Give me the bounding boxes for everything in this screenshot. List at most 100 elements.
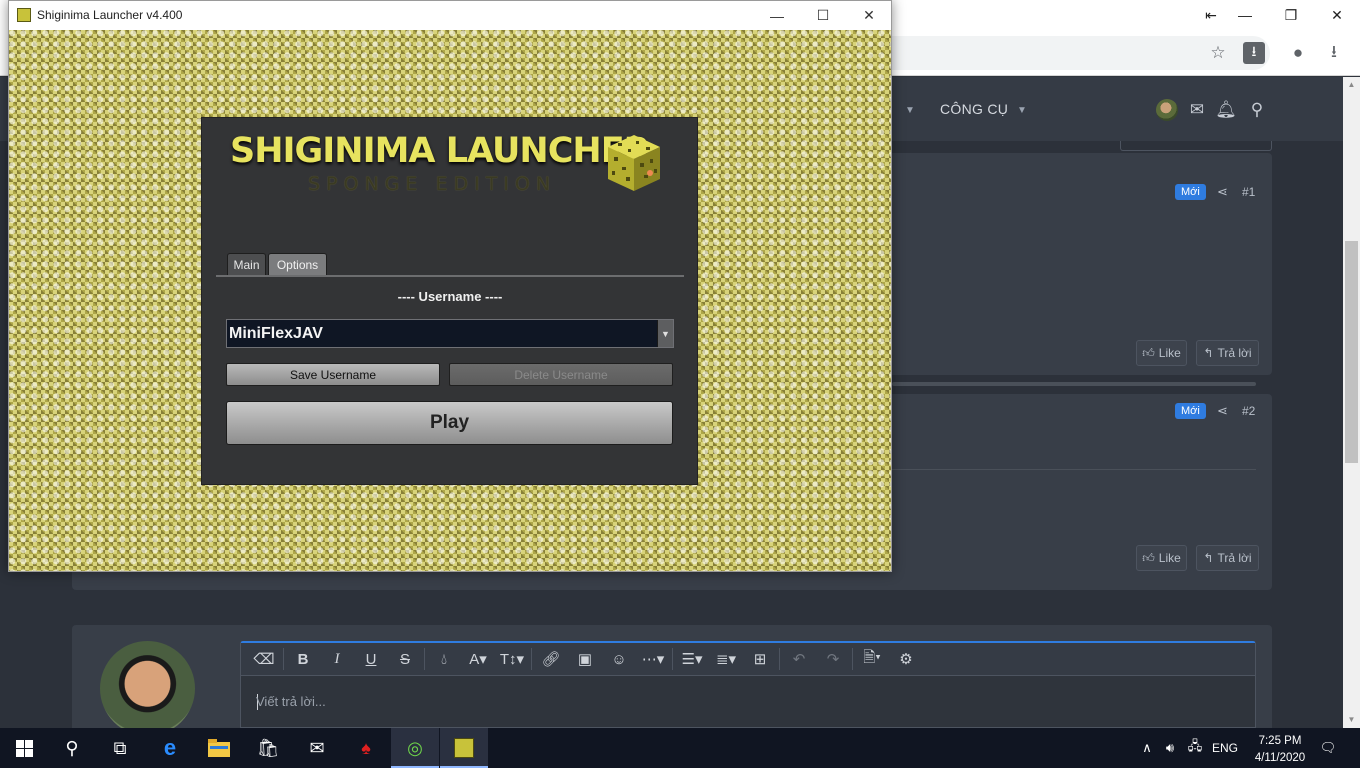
page-nav-fragment (1120, 141, 1272, 151)
drafts-icon[interactable]: 🗎▾ (855, 646, 889, 672)
volume-icon[interactable]: 🔊︎ (1160, 738, 1180, 758)
file-explorer-icon[interactable] (195, 728, 243, 768)
text-color-icon[interactable]: 💧︎ (427, 646, 461, 672)
store-icon[interactable]: 🛍︎ (244, 728, 292, 768)
clock-date: 4/11/2020 (1254, 752, 1306, 764)
search-taskbar-icon[interactable]: ⚲ (48, 728, 96, 768)
logo-subtitle: SPONGE EDITION (308, 173, 557, 195)
scrollbar-thumb[interactable] (1345, 241, 1358, 463)
mail-icon[interactable]: ✉ (1186, 99, 1208, 121)
tab-underline (216, 275, 684, 277)
share-icon[interactable]: ⋖ (1217, 184, 1228, 200)
italic-icon[interactable]: I (320, 646, 354, 672)
tab-main[interactable]: Main (227, 253, 266, 275)
tab-options[interactable]: Options (268, 253, 327, 275)
close-icon[interactable]: ✕ (846, 1, 892, 30)
post-number[interactable]: #1 (1242, 185, 1255, 199)
dropdown-arrow-icon[interactable]: ▼ (657, 320, 673, 347)
maximize-icon[interactable]: ☐ (800, 1, 846, 30)
username-value[interactable]: MiniFlexJAV (229, 325, 323, 343)
reply-label: Trả lời (1217, 551, 1252, 565)
post-number[interactable]: #2 (1242, 404, 1255, 418)
bell-icon[interactable]: 🔔︎ (1215, 99, 1237, 121)
language-indicator[interactable]: ENG (1212, 741, 1238, 755)
image-icon[interactable]: ▣ (568, 646, 602, 672)
redo-icon[interactable]: ↷ (816, 646, 850, 672)
chevron-down-icon[interactable]: ▼ (1017, 105, 1027, 116)
scroll-down-icon[interactable]: ▼ (1343, 712, 1360, 726)
browser-close-button[interactable]: ✕ (1314, 0, 1360, 30)
bold-icon[interactable]: B (286, 646, 320, 672)
like-button[interactable]: 👍︎ Like (1136, 545, 1187, 571)
reply-label: Trả lời (1217, 346, 1252, 360)
browser-minimize-button[interactable]: — (1222, 0, 1268, 30)
launcher-app-icon (17, 8, 31, 22)
underline-icon[interactable]: U (354, 646, 388, 672)
toolbar-separator (424, 648, 425, 670)
username-label: ---- Username ---- (397, 289, 503, 304)
reply-icon: ↰ (1203, 346, 1214, 360)
font-size-icon[interactable]: T↕▾ (495, 646, 529, 672)
new-badge: Mới (1175, 403, 1206, 419)
share-icon[interactable]: ⋖ (1217, 403, 1228, 419)
strikethrough-icon[interactable]: S (388, 646, 422, 672)
save-username-button[interactable]: Save Username (226, 363, 440, 386)
post-divider (892, 382, 1256, 386)
browser-restore-button[interactable]: ❐ (1268, 0, 1314, 30)
launcher-app-taskbar-icon[interactable]: ◎ (391, 728, 439, 768)
mail-taskbar-icon[interactable]: ✉ (293, 728, 341, 768)
thumbs-up-icon: 👍︎ (1142, 550, 1155, 565)
search-icon[interactable]: ⚲ (1246, 99, 1268, 121)
tray-chevron-icon[interactable]: ∧ (1137, 738, 1157, 758)
nav-dropdown-icon[interactable]: ▼ (905, 105, 915, 116)
editor-placeholder[interactable]: Viết trả lời... (256, 694, 326, 709)
reply-button[interactable]: ↰ Trả lời (1196, 340, 1259, 366)
edge-browser-icon[interactable]: e (146, 728, 194, 768)
list-icon[interactable]: ≣▾ (709, 646, 743, 672)
sponge-cube-icon (608, 135, 660, 191)
toolbar-separator (672, 648, 673, 670)
install-app-icon[interactable]: ⭳ (1243, 42, 1265, 64)
notifications-icon[interactable]: 🗨︎ (1318, 738, 1338, 758)
profile-icon[interactable]: ● (1287, 42, 1309, 64)
font-family-icon[interactable]: A▾ (461, 646, 495, 672)
logo-title: SHIGINIMA LAUNCHER (230, 131, 651, 171)
reply-button[interactable]: ↰ Trả lời (1196, 545, 1259, 571)
delete-username-button[interactable]: Delete Username (449, 363, 673, 386)
nav-tools-link[interactable]: CÔNG CỤ (940, 101, 1008, 117)
windows-start-icon[interactable] (0, 728, 48, 768)
toolbar-separator (283, 648, 284, 670)
play-button[interactable]: Play (226, 401, 673, 445)
launcher-window-title: Shiginima Launcher v4.400 (37, 8, 183, 22)
reply-icon: ↰ (1203, 551, 1214, 565)
new-badge: Mới (1175, 184, 1206, 200)
network-icon[interactable]: 🖧 (1185, 738, 1205, 758)
scroll-up-icon[interactable]: ▲ (1343, 77, 1360, 91)
like-label: Like (1158, 346, 1181, 360)
downloads-icon[interactable]: ⭳ (1323, 42, 1345, 64)
like-button[interactable]: 👍︎ Like (1136, 340, 1187, 366)
sponge-launcher-taskbar-icon[interactable] (440, 728, 488, 768)
reply-avatar[interactable] (100, 641, 195, 736)
toolbar-separator (779, 648, 780, 670)
smiley-icon[interactable]: ☺ (602, 646, 636, 672)
bookmark-star-icon[interactable]: ☆ (1207, 42, 1229, 64)
eraser-icon[interactable]: ⌫ (247, 646, 281, 672)
toolbar-separator (531, 648, 532, 670)
toolbar-separator (852, 648, 853, 670)
editor-toolbar: ⌫ B I U S 💧︎ A▾ T↕▾ 🔗︎ ▣ ☺ ⋯▾ ☰▾ ≣▾ ⊞ ↶ … (241, 643, 1255, 676)
settings-gear-icon[interactable]: ⚙ (889, 646, 923, 672)
clock[interactable]: 7:25 PM 4/11/2020 (1250, 733, 1310, 767)
more-icon[interactable]: ⋯▾ (636, 646, 670, 672)
task-view-icon[interactable]: ⧉ (96, 728, 144, 768)
undo-icon[interactable]: ↶ (782, 646, 816, 672)
clock-time: 7:25 PM (1258, 735, 1302, 747)
table-icon[interactable]: ⊞ (743, 646, 777, 672)
thumbs-up-icon: 👍︎ (1142, 345, 1155, 360)
link-icon[interactable]: 🔗︎ (534, 646, 568, 672)
minimize-icon[interactable]: — (754, 1, 800, 30)
user-avatar[interactable] (1156, 99, 1178, 121)
garena-icon[interactable]: ♠ (342, 728, 390, 768)
post-divider (892, 469, 1256, 470)
align-icon[interactable]: ☰▾ (675, 646, 709, 672)
